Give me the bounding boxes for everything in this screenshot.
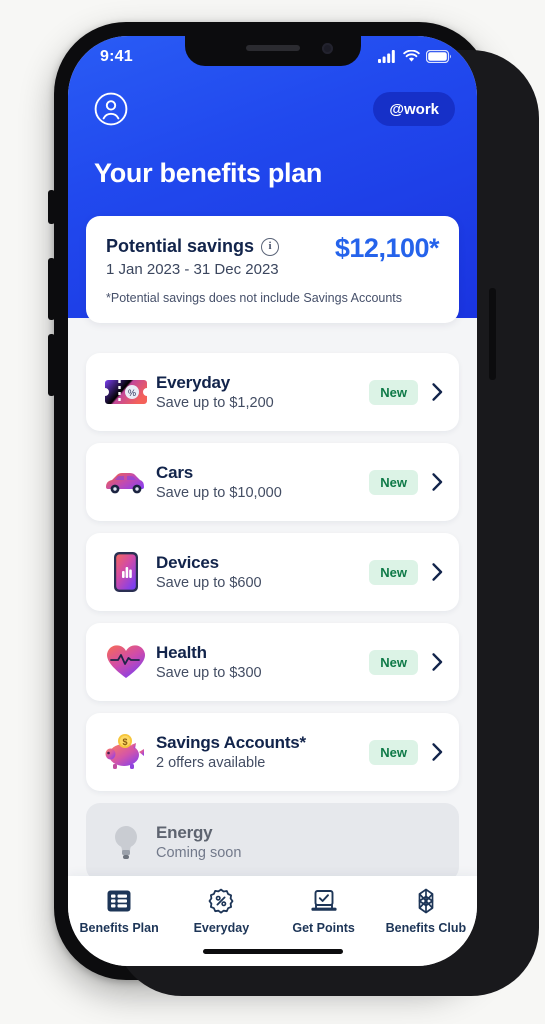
savings-date-range: 1 Jan 2023 - 31 Dec 2023 — [106, 261, 279, 278]
power-button[interactable] — [489, 288, 496, 380]
coupon-ticket-icon: % — [100, 370, 152, 414]
benefit-title: Energy — [156, 823, 213, 842]
tab-benefits-plan[interactable]: Benefits Plan — [68, 888, 170, 966]
benefit-row-cars[interactable]: Cars Save up to $10,000 New — [86, 443, 459, 521]
status-badge: New — [369, 469, 418, 495]
screenshot-root: 9:41 @work Your benefits plan Potential … — [0, 0, 545, 1024]
info-icon[interactable]: i — [261, 237, 280, 256]
chevron-right-icon[interactable] — [432, 473, 443, 491]
snowflake-icon — [418, 888, 434, 914]
svg-text:$: $ — [122, 737, 127, 747]
benefit-row-text: Cars Save up to $10,000 — [152, 463, 369, 501]
status-badge: New — [369, 379, 418, 405]
chevron-right-icon[interactable] — [432, 563, 443, 581]
chevron-right-icon[interactable] — [432, 383, 443, 401]
benefit-row-text: Health Save up to $300 — [152, 643, 369, 681]
benefit-row-savings-accounts[interactable]: $ Savings Accounts* 2 offers available N… — [86, 713, 459, 791]
tab-label: Benefits Club — [385, 921, 467, 935]
savings-disclaimer: *Potential savings does not include Savi… — [106, 291, 403, 305]
savings-label: Potential savings — [106, 236, 255, 256]
benefit-row-everyday[interactable]: % Everyday Save up to $1,200 New — [86, 353, 459, 431]
status-badge: New — [369, 649, 418, 675]
benefit-title: Savings Accounts* — [156, 733, 306, 752]
savings-card-top-row: Potential savings i 1 Jan 2023 - 31 Dec … — [106, 233, 440, 278]
benefit-row-text: Devices Save up to $600 — [152, 553, 369, 591]
mute-switch[interactable] — [48, 190, 55, 224]
benefit-subtitle: Coming soon — [156, 845, 242, 861]
benefit-title: Everyday — [156, 373, 231, 392]
heart-pulse-icon — [100, 640, 152, 684]
benefit-title: Devices — [156, 553, 219, 572]
tab-label: Get Points — [292, 921, 355, 935]
laptop-check-icon — [311, 890, 337, 911]
benefit-subtitle: 2 offers available — [156, 755, 266, 771]
benefit-title: Health — [156, 643, 207, 662]
car-icon — [100, 460, 152, 504]
benefit-row-devices[interactable]: Devices Save up to $600 New — [86, 533, 459, 611]
mobile-phone-icon — [100, 550, 152, 594]
scroll-content: Potential savings i 1 Jan 2023 - 31 Dec … — [68, 36, 477, 966]
benefits-list: % Everyday Save up to $1,200 New Cars Sa… — [86, 353, 459, 893]
status-badge: New — [369, 739, 418, 765]
lightbulb-icon — [100, 820, 152, 864]
benefit-subtitle: Save up to $1,200 — [156, 395, 274, 411]
benefit-subtitle: Save up to $600 — [156, 575, 262, 591]
bottom-tab-bar: Benefits Plan Everyday Get Points Benefi… — [68, 876, 477, 966]
tab-everyday[interactable]: Everyday — [170, 888, 272, 966]
savings-label-group: Potential savings i — [106, 236, 280, 257]
chevron-right-icon[interactable] — [432, 743, 443, 761]
benefit-row-energy: Energy Coming soon — [86, 803, 459, 881]
piggy-bank-icon: $ — [100, 730, 152, 774]
phone-screen: 9:41 @work Your benefits plan Potential … — [68, 36, 477, 966]
tab-label: Everyday — [193, 921, 250, 935]
volume-down-button[interactable] — [48, 334, 55, 396]
potential-savings-card[interactable]: Potential savings i 1 Jan 2023 - 31 Dec … — [86, 216, 459, 323]
benefit-row-text: Everyday Save up to $1,200 — [152, 373, 369, 411]
chevron-right-icon[interactable] — [432, 653, 443, 671]
benefit-row-health[interactable]: Health Save up to $300 New — [86, 623, 459, 701]
benefit-subtitle: Save up to $10,000 — [156, 485, 282, 501]
benefit-title: Cars — [156, 463, 194, 482]
list-grid-icon — [107, 890, 131, 912]
status-badge: New — [369, 559, 418, 585]
home-indicator[interactable] — [202, 949, 343, 954]
percent-badge-icon — [208, 888, 234, 914]
savings-amount: $12,100* — [334, 233, 440, 263]
tab-label: Benefits Plan — [79, 921, 159, 935]
svg-text:%: % — [128, 388, 136, 398]
tab-benefits-club[interactable]: Benefits Club — [375, 888, 477, 966]
volume-up-button[interactable] — [48, 258, 55, 320]
benefit-row-text: Energy Coming soon — [152, 823, 443, 861]
tab-get-points[interactable]: Get Points — [273, 888, 375, 966]
benefit-subtitle: Save up to $300 — [156, 665, 262, 681]
benefit-row-text: Savings Accounts* 2 offers available — [152, 733, 369, 771]
